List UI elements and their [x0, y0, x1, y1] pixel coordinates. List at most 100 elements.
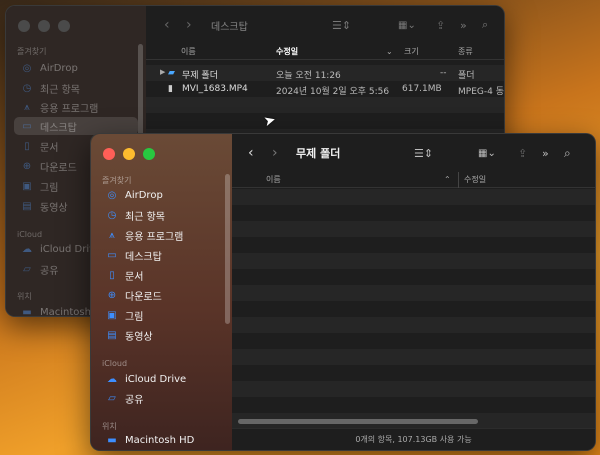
shared-folder-icon: ▱ [23, 263, 31, 275]
sidebar-item-icloud-drive[interactable]: ☁ iCloud Drive [99, 370, 224, 388]
sidebar-item-label: Macintosh HD [125, 434, 195, 446]
close-button[interactable] [103, 148, 115, 160]
zoom-button[interactable] [143, 148, 155, 160]
toolbar: ‹ › 데스크탑 ☰⇕ ▦⌄ ⇪ » ⌕ [146, 6, 504, 44]
column-modified[interactable]: 수정일 [464, 174, 486, 185]
more-icon[interactable]: » [460, 19, 467, 32]
sort-chevron-icon: ⌃ [444, 175, 451, 184]
sidebar-header-locations: 위치 [17, 292, 32, 301]
document-icon: ▯ [109, 269, 115, 281]
desktop-icon: ▭ [107, 249, 117, 261]
cloud-icon: ☁ [107, 373, 117, 385]
sidebar-item-label: 동영상 [40, 202, 68, 214]
file-size: -- [440, 68, 447, 78]
sidebar-item-label: 문서 [125, 271, 144, 283]
file-kind: MPEG-4 동 [458, 87, 504, 97]
sidebar-item-label: 응용 프로그램 [125, 231, 184, 243]
sidebar-item-label: 데스크탑 [40, 122, 77, 134]
document-icon: ▯ [24, 140, 30, 152]
column-modified[interactable]: 수정일 [276, 46, 298, 57]
movie-icon: ▤ [107, 329, 117, 341]
window-title: 무제 폴더 [296, 147, 341, 160]
sidebar-item-airdrop[interactable]: ◎ AirDrop [14, 59, 138, 77]
zoom-button[interactable] [58, 20, 70, 32]
video-file-icon: ▮ [168, 84, 173, 94]
sidebar-item-label: 문서 [40, 142, 59, 154]
sidebar-item-shared[interactable]: ▱ 공유 [99, 389, 224, 407]
sidebar-item-airdrop[interactable]: ◎ AirDrop [99, 186, 224, 204]
sidebar-item-label: 최근 항목 [125, 211, 165, 223]
movie-icon: ▤ [22, 200, 32, 212]
desktop-icon: ▭ [22, 120, 32, 132]
folder-icon: ▰ [168, 68, 175, 78]
sidebar: 즐겨찾기 ◎ AirDrop ◷ 최근 항목 ⩚ 응용 프로그램 ▭ 데스크탑 ▯ 문서 … [91, 134, 232, 450]
shared-folder-icon: ▱ [108, 392, 116, 404]
search-icon[interactable]: ⌕ [564, 146, 571, 161]
picture-icon: ▣ [22, 180, 32, 192]
group-icon[interactable]: ▦⌄ [398, 20, 416, 31]
table-row [146, 97, 504, 113]
sidebar-item-label: 데스크탑 [125, 251, 162, 263]
share-icon[interactable]: ⇪ [436, 19, 445, 32]
search-icon[interactable]: ⌕ [482, 18, 488, 32]
forward-button[interactable]: › [272, 145, 278, 161]
sidebar-item-label: AirDrop [125, 189, 163, 201]
sidebar-item-label: 동영상 [125, 331, 153, 343]
download-icon: ⊕ [107, 289, 117, 301]
sidebar-item-desktop[interactable]: ▭ 데스크탑 [99, 246, 224, 264]
sidebar-item-label: 다운로드 [125, 291, 162, 303]
sidebar-item-applications[interactable]: ⩚ 응용 프로그램 [99, 226, 224, 244]
column-header: 이름 수정일 ⌄ 크기 종류 [146, 44, 504, 60]
file-name: 무제 폴더 [182, 71, 218, 81]
column-size[interactable]: 크기 [404, 46, 419, 57]
sidebar-item-downloads[interactable]: ⊕ 다운로드 [99, 286, 224, 304]
list-view-icon[interactable]: ☰⇕ [332, 19, 351, 32]
sidebar-item-movies[interactable]: ▤ 동영상 [99, 326, 224, 344]
status-bar: 0개의 항목, 107.13GB 사용 가능 [232, 428, 595, 450]
sidebar-item-pictures[interactable]: ▣ 그림 [99, 306, 224, 324]
column-name[interactable]: 이름 [181, 46, 196, 57]
window-controls [103, 148, 155, 160]
sidebar-item-label: 그림 [40, 182, 59, 194]
empty-rows [232, 189, 595, 429]
sidebar-item-applications[interactable]: ⩚ 응용 프로그램 [14, 98, 138, 116]
sidebar-item-recents[interactable]: ◷ 최근 항목 [14, 79, 138, 97]
sidebar-item-label: 응용 프로그램 [40, 103, 99, 115]
more-icon[interactable]: » [542, 147, 549, 160]
sidebar-item-label: 그림 [125, 311, 144, 323]
disk-icon: ▬ [22, 306, 32, 317]
table-row[interactable]: ▮ MVI_1683.MP4 2024년 10월 2일 오후 5:56 617.… [146, 81, 504, 97]
horizontal-scrollbar[interactable] [238, 419, 478, 424]
sidebar-header-favorites: 즐겨찾기 [102, 176, 132, 185]
clock-icon: ◷ [107, 209, 117, 221]
list-view-icon[interactable]: ☰⇕ [414, 147, 433, 160]
column-kind[interactable]: 종류 [458, 46, 473, 57]
forward-button[interactable]: › [186, 17, 192, 33]
sidebar-scrollbar[interactable] [225, 174, 230, 324]
sort-chevron-icon: ⌄ [386, 47, 393, 56]
airdrop-icon: ◎ [107, 189, 117, 201]
table-row[interactable]: ▶ ▰ 무제 폴더 오늘 오전 11:26 -- 폴더 [146, 65, 504, 81]
applications-icon: ⩚ [109, 229, 115, 241]
sidebar-item-macintosh-hd[interactable]: ▬ Macintosh HD [99, 431, 224, 449]
back-button[interactable]: ‹ [248, 145, 254, 161]
sidebar-item-recents[interactable]: ◷ 최근 항목 [99, 206, 224, 224]
sidebar-item-label: 다운로드 [40, 162, 77, 174]
minimize-button[interactable] [38, 20, 50, 32]
download-icon: ⊕ [22, 160, 32, 172]
minimize-button[interactable] [123, 148, 135, 160]
column-name[interactable]: 이름 [266, 174, 281, 185]
disclosure-triangle-icon[interactable]: ▶ [160, 68, 165, 76]
sidebar-item-label: 공유 [40, 265, 59, 277]
close-button[interactable] [18, 20, 30, 32]
share-icon[interactable]: ⇪ [518, 147, 527, 160]
window-title: 데스크탑 [211, 21, 248, 33]
back-button[interactable]: ‹ [164, 17, 170, 33]
file-modified: 오늘 오전 11:26 [276, 71, 341, 81]
finder-window-untitled-folder[interactable]: 즐겨찾기 ◎ AirDrop ◷ 최근 항목 ⩚ 응용 프로그램 ▭ 데스크탑 ▯ 문서 … [90, 133, 596, 451]
cloud-icon: ☁ [22, 243, 32, 255]
sidebar-header-icloud: iCloud [102, 359, 128, 368]
group-icon[interactable]: ▦⌄ [478, 148, 496, 159]
sidebar-item-documents[interactable]: ▯ 문서 [99, 266, 224, 284]
table-row [146, 113, 504, 129]
